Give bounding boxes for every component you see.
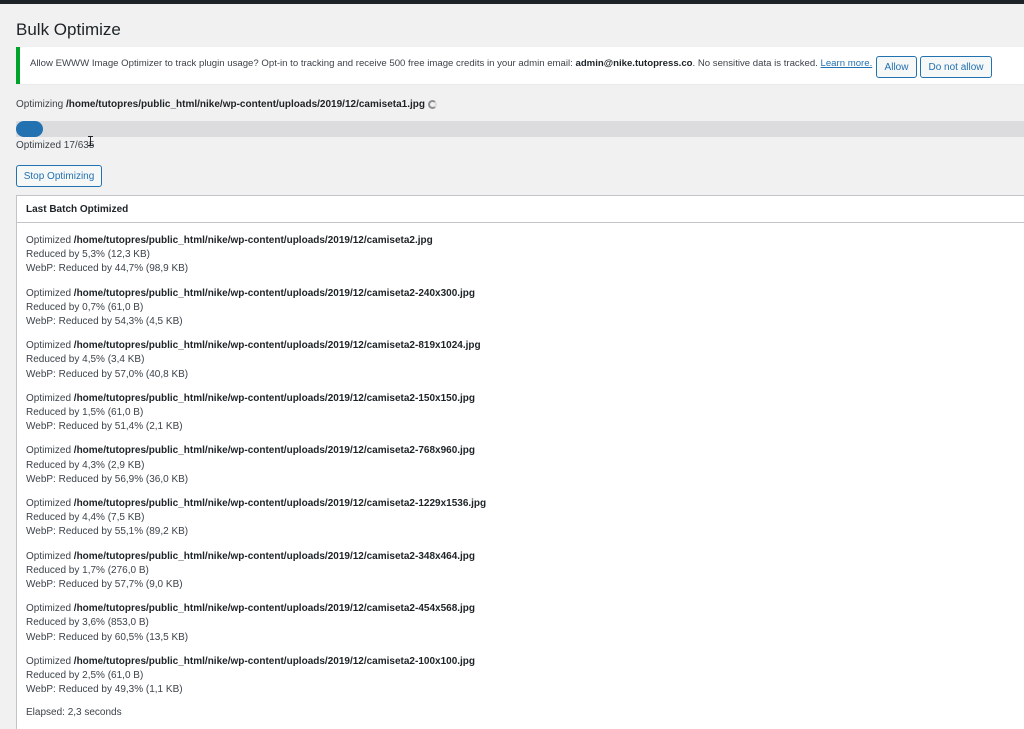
entry-optimized-line: Optimized /home/tutopres/public_html/nik… (26, 234, 486, 248)
entry-webp-reduction: WebP: Reduced by 51,4% (2,1 KB) (26, 421, 183, 433)
notice-text-after: . No sensitive data is tracked. (692, 58, 821, 69)
list-item: Optimized /home/tutopres/public_html/nik… (26, 655, 486, 698)
entry-reduction: Reduced by 4,3% (2,9 KB) (26, 459, 145, 471)
optimized-count: Optimized 17/635 (16, 140, 95, 151)
list-item: Optimized /home/tutopres/public_html/nik… (26, 234, 486, 277)
entry-optimized-line: Optimized /home/tutopres/public_html/nik… (26, 655, 486, 669)
learn-more-link[interactable]: Learn more. (821, 58, 873, 69)
entry-file-path: /home/tutopres/public_html/nike/wp-conte… (73, 550, 476, 562)
entry-reduction: Reduced by 4,5% (3,4 KB) (26, 354, 145, 366)
list-item: Optimized /home/tutopres/public_html/nik… (26, 602, 486, 645)
entry-file-path: /home/tutopres/public_html/nike/wp-conte… (73, 287, 476, 299)
entry-file-path: /home/tutopres/public_html/nike/wp-conte… (73, 392, 476, 404)
entry-optimized-prefix: Optimized (26, 550, 74, 562)
entry-optimized-prefix: Optimized (26, 392, 74, 404)
do-not-allow-button[interactable]: Do not allow (920, 56, 992, 78)
list-item: Optimized /home/tutopres/public_html/nik… (26, 497, 486, 540)
loading-spinner-icon (428, 100, 437, 109)
list-item: Optimized /home/tutopres/public_html/nik… (26, 550, 486, 593)
entry-reduction: Reduced by 3,6% (853,0 B) (26, 617, 149, 629)
optimizing-prefix: Optimizing (16, 99, 67, 110)
entry-optimized-line: Optimized /home/tutopres/public_html/nik… (26, 287, 486, 301)
entry-optimized-prefix: Optimized (26, 655, 74, 667)
entry-optimized-prefix: Optimized (26, 445, 74, 457)
entry-file-path: /home/tutopres/public_html/nike/wp-conte… (73, 235, 433, 246)
entry-optimized-line: Optimized /home/tutopres/public_html/nik… (26, 602, 486, 616)
entry-file-path: /home/tutopres/public_html/nike/wp-conte… (73, 445, 476, 457)
optimizing-status: Optimizing /home/tutopres/public_html/ni… (16, 99, 437, 110)
current-file-path: /home/tutopres/public_html/nike/wp-conte… (66, 99, 425, 110)
progress-bar-fill (16, 121, 44, 137)
entry-webp-reduction: WebP: Reduced by 57,0% (40,8 KB) (26, 368, 189, 380)
entry-webp-reduction: WebP: Reduced by 54,3% (4,5 KB) (26, 316, 183, 328)
entry-file-path: /home/tutopres/public_html/nike/wp-conte… (73, 655, 476, 667)
entry-reduction: Reduced by 2,5% (61,0 B) (26, 670, 144, 682)
entry-optimized-prefix: Optimized (26, 498, 74, 510)
entry-file-path: /home/tutopres/public_html/nike/wp-conte… (73, 603, 476, 615)
entry-optimized-line: Optimized /home/tutopres/public_html/nik… (26, 392, 486, 406)
entry-webp-reduction: WebP: Reduced by 55,1% (89,2 KB) (26, 526, 189, 538)
optimization-progress-bar (16, 121, 1024, 137)
notice-text-before: Allow EWWW Image Optimizer to track plug… (30, 58, 576, 69)
entry-optimized-line: Optimized /home/tutopres/public_html/nik… (26, 339, 486, 353)
entry-optimized-prefix: Optimized (26, 235, 74, 246)
notice-message: Allow EWWW Image Optimizer to track plug… (30, 58, 872, 69)
admin-top-bar (0, 0, 1024, 4)
entry-webp-reduction: WebP: Reduced by 60,5% (13,5 KB) (26, 631, 189, 643)
elapsed-time: Elapsed: 2,3 seconds (26, 707, 122, 718)
entry-reduction: Reduced by 4,4% (7,5 KB) (26, 512, 145, 524)
entry-optimized-line: Optimized /home/tutopres/public_html/nik… (26, 444, 486, 458)
entry-reduction: Reduced by 1,5% (61,0 B) (26, 407, 144, 419)
entry-optimized-prefix: Optimized (26, 340, 74, 352)
last-batch-panel: Last Batch Optimized Optimized /home/tut… (16, 195, 1024, 729)
entry-reduction: Reduced by 1,7% (276,0 B) (26, 564, 149, 576)
entry-webp-reduction: WebP: Reduced by 49,3% (1,1 KB) (26, 684, 183, 696)
entry-webp-reduction: WebP: Reduced by 44,7% (98,9 KB) (26, 263, 189, 275)
entry-file-path: /home/tutopres/public_html/nike/wp-conte… (73, 340, 481, 352)
stop-optimizing-button[interactable]: Stop Optimizing (16, 165, 102, 187)
entry-reduction: Reduced by 0,7% (61,0 B) (26, 301, 144, 313)
list-item: Optimized /home/tutopres/public_html/nik… (26, 287, 486, 330)
entry-webp-reduction: WebP: Reduced by 57,7% (9,0 KB) (26, 579, 183, 591)
entry-file-path: /home/tutopres/public_html/nike/wp-conte… (73, 498, 487, 510)
entry-optimized-line: Optimized /home/tutopres/public_html/nik… (26, 550, 486, 564)
list-item: Optimized /home/tutopres/public_html/nik… (26, 392, 486, 435)
entry-reduction: Reduced by 5,3% (12,3 KB) (26, 249, 150, 261)
notice-email: admin@nike.tutopress.co (575, 58, 693, 69)
last-batch-header: Last Batch Optimized (17, 196, 1024, 223)
entry-optimized-line: Optimized /home/tutopres/public_html/nik… (26, 497, 486, 511)
entry-optimized-prefix: Optimized (26, 287, 74, 299)
list-item: Optimized /home/tutopres/public_html/nik… (26, 339, 486, 382)
text-cursor-icon (88, 136, 93, 146)
batch-entries-list: Optimized /home/tutopres/public_html/nik… (26, 234, 486, 707)
tracking-opt-in-notice: Allow EWWW Image Optimizer to track plug… (16, 47, 1024, 84)
entry-webp-reduction: WebP: Reduced by 56,9% (36,0 KB) (26, 473, 189, 485)
entry-optimized-prefix: Optimized (26, 603, 74, 615)
allow-button[interactable]: Allow (876, 56, 917, 78)
list-item: Optimized /home/tutopres/public_html/nik… (26, 444, 486, 487)
page-title: Bulk Optimize (16, 20, 121, 39)
